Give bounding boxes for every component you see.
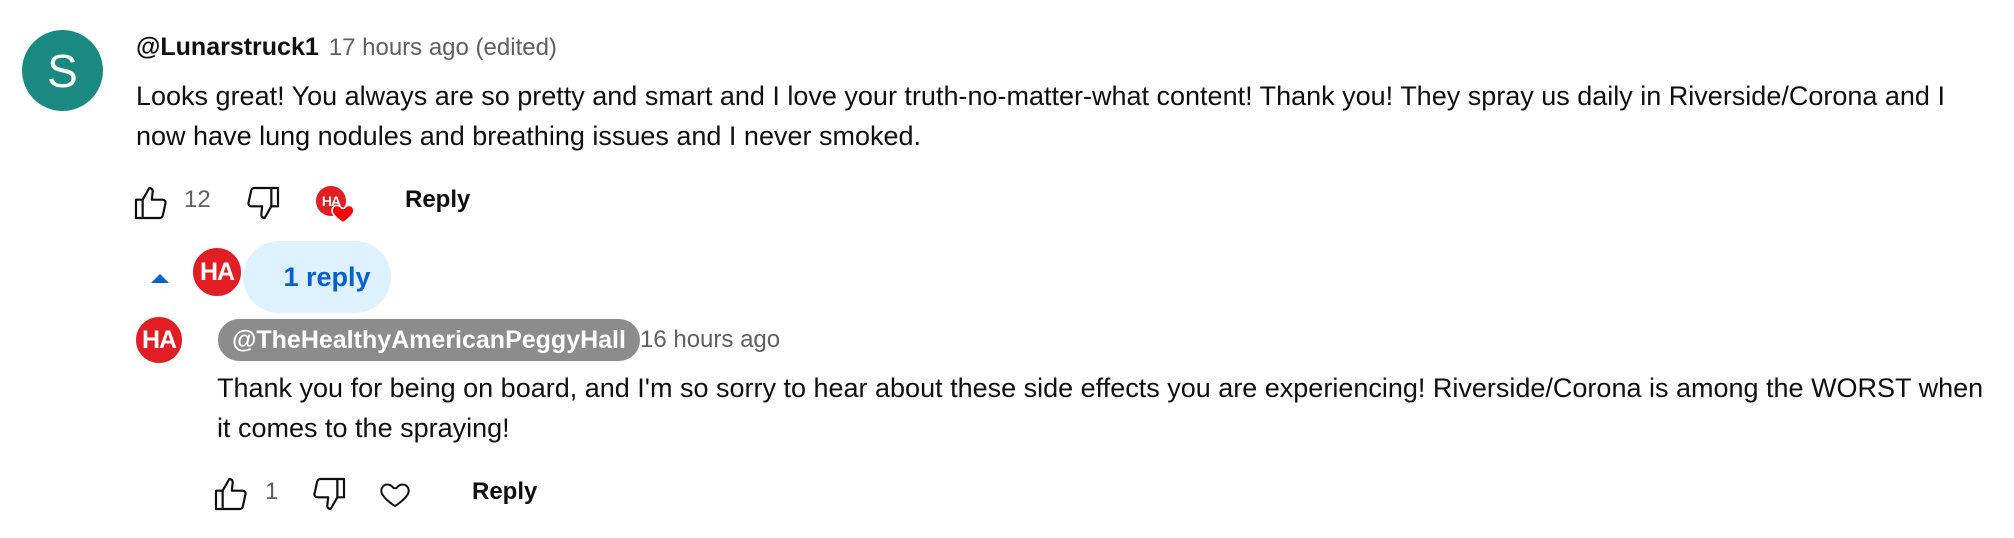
like-count: 12 — [184, 186, 211, 213]
reply-dislike-button[interactable] — [306, 471, 352, 517]
creator-heart: HA — [314, 184, 358, 228]
reply-button[interactable]: Reply — [405, 186, 470, 214]
comment-text: Looks great! You always are so pretty an… — [136, 81, 1945, 151]
comment-timestamp[interactable]: 17 hours ago (edited) — [329, 34, 557, 62]
reply-author-avatar[interactable]: HA — [134, 315, 184, 365]
thumbs-up-icon — [214, 477, 247, 511]
thumbs-up-icon — [134, 186, 167, 220]
comment-header: @Lunarstruck1 17 hours ago (edited) — [136, 33, 557, 62]
like-button[interactable] — [128, 180, 174, 226]
thumbs-down-icon — [247, 186, 280, 220]
reply-like-count: 1 — [265, 478, 279, 505]
reply-reply-button[interactable]: Reply — [472, 478, 537, 506]
replies-toggle-label: 1 reply — [283, 261, 371, 292]
avatar-letter: S — [47, 44, 78, 97]
heart-icon — [331, 204, 355, 224]
collapse-replies-button[interactable] — [144, 262, 176, 294]
dislike-button[interactable] — [240, 180, 286, 226]
reply-like-button[interactable] — [208, 471, 254, 517]
commenter-avatar[interactable]: S — [22, 30, 103, 111]
replies-creator-avatar: HA — [191, 246, 243, 298]
reply-author: @TheHealthyAmericanPeggyHall — [232, 325, 626, 354]
thumbs-down-icon — [313, 477, 346, 511]
reply-heart-button[interactable] — [374, 473, 416, 515]
comment-author[interactable]: @Lunarstruck1 — [136, 33, 319, 62]
reply-text: Thank you for being on board, and I'm so… — [217, 373, 1984, 443]
heart-icon — [380, 483, 410, 508]
reply-author-badge[interactable]: @TheHealthyAmericanPeggyHall — [218, 319, 640, 361]
reply-timestamp[interactable]: 16 hours ago — [640, 326, 780, 354]
replies-toggle-button[interactable]: 1 reply — [243, 241, 391, 313]
caret-up-icon — [151, 274, 169, 283]
